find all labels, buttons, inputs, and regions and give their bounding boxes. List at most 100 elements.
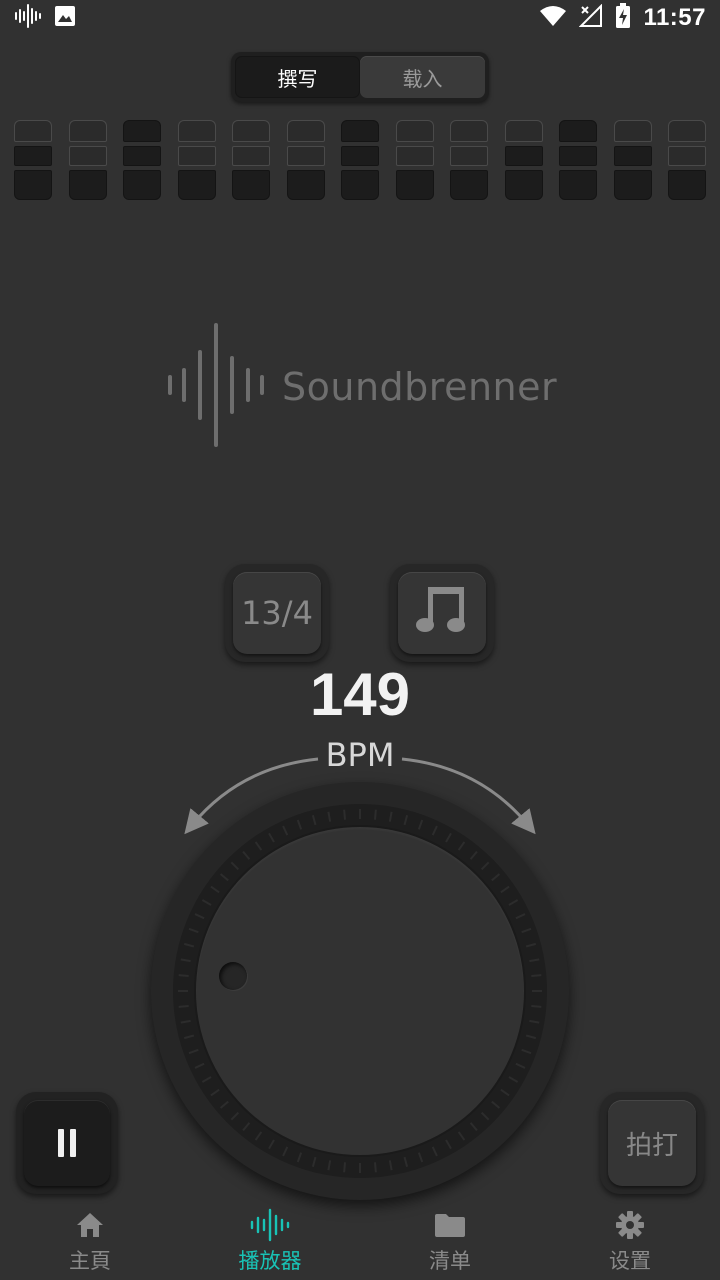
dial-tick (515, 1062, 526, 1069)
beat-cell[interactable] (559, 170, 597, 200)
beat-column[interactable] (395, 120, 434, 204)
beat-cell[interactable] (14, 146, 52, 166)
load-tab[interactable]: 载入 (360, 56, 485, 98)
dial-tick (515, 913, 526, 920)
dial-tick (457, 841, 466, 851)
pause-button[interactable] (16, 1092, 118, 1194)
beat-cell[interactable] (613, 170, 652, 200)
compose-tab[interactable]: 撰写 (235, 56, 360, 98)
beat-cell[interactable] (613, 146, 652, 166)
dial-tick (180, 1019, 191, 1024)
beat-cell[interactable] (504, 170, 543, 200)
beat-cell[interactable] (341, 170, 379, 200)
dial-tick (508, 1076, 519, 1083)
dial-knob[interactable] (196, 827, 524, 1155)
beat-column[interactable] (286, 120, 325, 204)
beat-column[interactable] (341, 120, 379, 204)
beat-cell[interactable] (232, 170, 270, 200)
nav-settings-label: 设置 (609, 1249, 651, 1273)
dial-tick (417, 1152, 424, 1163)
beat-column[interactable] (177, 120, 216, 204)
beat-cell[interactable] (341, 146, 379, 166)
beat-cell[interactable] (341, 120, 379, 142)
dial-tick (469, 1122, 478, 1132)
beat-cell[interactable] (668, 170, 706, 200)
tap-tempo-button[interactable]: 拍打 (600, 1092, 704, 1194)
dial-tick (431, 1146, 438, 1157)
beat-cell[interactable] (668, 120, 706, 142)
bottom-nav: 主頁 播放器 清单 设置 (0, 1204, 720, 1280)
beat-column[interactable] (668, 120, 706, 204)
beat-cell[interactable] (395, 170, 434, 200)
beat-cell[interactable] (286, 170, 325, 200)
dial-tick (531, 974, 542, 978)
dial-indicator-dot (219, 962, 247, 990)
waveform-icon (250, 1208, 290, 1242)
beat-column[interactable] (232, 120, 270, 204)
status-bar: 11:57 (0, 0, 720, 36)
beat-cell[interactable] (504, 146, 543, 166)
beat-cell[interactable] (450, 170, 488, 200)
dial-tick (525, 1034, 537, 1040)
folder-icon (434, 1209, 466, 1241)
beat-cell[interactable] (668, 146, 706, 166)
beat-column[interactable] (68, 120, 107, 204)
beat-cell[interactable] (177, 170, 216, 200)
beat-cell[interactable] (14, 120, 52, 142)
dial-tick (403, 814, 409, 826)
dial-tick (194, 1062, 205, 1069)
dial-tick (529, 1019, 540, 1024)
beat-cell[interactable] (395, 146, 434, 166)
mode-toggle: 撰写 载入 (231, 52, 489, 102)
beat-cell[interactable] (450, 120, 488, 142)
nav-list[interactable]: 清单 (360, 1204, 540, 1280)
beamed-notes-icon (414, 583, 470, 643)
dial-tick (343, 1162, 347, 1173)
beat-column[interactable] (123, 120, 161, 204)
beat-cell[interactable] (395, 120, 434, 142)
dial-tick (529, 958, 540, 963)
dial-tick (219, 1100, 229, 1109)
dial-tick (201, 899, 212, 906)
dial-tick (230, 1111, 240, 1121)
beat-column[interactable] (559, 120, 597, 204)
dial-tick (491, 1100, 501, 1109)
beat-cell[interactable] (123, 120, 161, 142)
subdivision-button[interactable] (390, 564, 494, 662)
beat-cell[interactable] (68, 120, 107, 142)
beat-cell[interactable] (613, 120, 652, 142)
status-time: 11:57 (643, 4, 706, 31)
beat-cell[interactable] (14, 170, 52, 200)
beat-cell[interactable] (286, 120, 325, 142)
beat-cell[interactable] (232, 120, 270, 142)
dial-tick (311, 1156, 317, 1168)
dial-tick (210, 885, 220, 894)
beat-cell[interactable] (177, 120, 216, 142)
beat-cell[interactable] (68, 146, 107, 166)
no-signal-icon (579, 3, 603, 32)
beat-accent-grid (14, 120, 706, 204)
beat-column[interactable] (450, 120, 488, 204)
beat-column[interactable] (504, 120, 543, 204)
beat-cell[interactable] (286, 146, 325, 166)
beat-cell[interactable] (123, 146, 161, 166)
time-signature-button[interactable]: 13/4 (225, 564, 329, 662)
beat-cell[interactable] (123, 170, 161, 200)
beat-column[interactable] (613, 120, 652, 204)
beat-cell[interactable] (450, 146, 488, 166)
dial-tick (388, 811, 393, 822)
dial-tick (373, 809, 377, 820)
beat-cell[interactable] (232, 146, 270, 166)
beat-cell[interactable] (559, 146, 597, 166)
dial-tick (521, 927, 532, 934)
nav-home[interactable]: 主頁 (0, 1204, 180, 1280)
nav-settings[interactable]: 设置 (540, 1204, 720, 1280)
beat-cell[interactable] (504, 120, 543, 142)
beat-cell[interactable] (559, 120, 597, 142)
beat-cell[interactable] (68, 170, 107, 200)
pause-icon (58, 1129, 76, 1157)
beat-cell[interactable] (177, 146, 216, 166)
nav-player[interactable]: 播放器 (180, 1204, 360, 1280)
dial-tick (230, 861, 240, 871)
beat-column[interactable] (14, 120, 52, 204)
